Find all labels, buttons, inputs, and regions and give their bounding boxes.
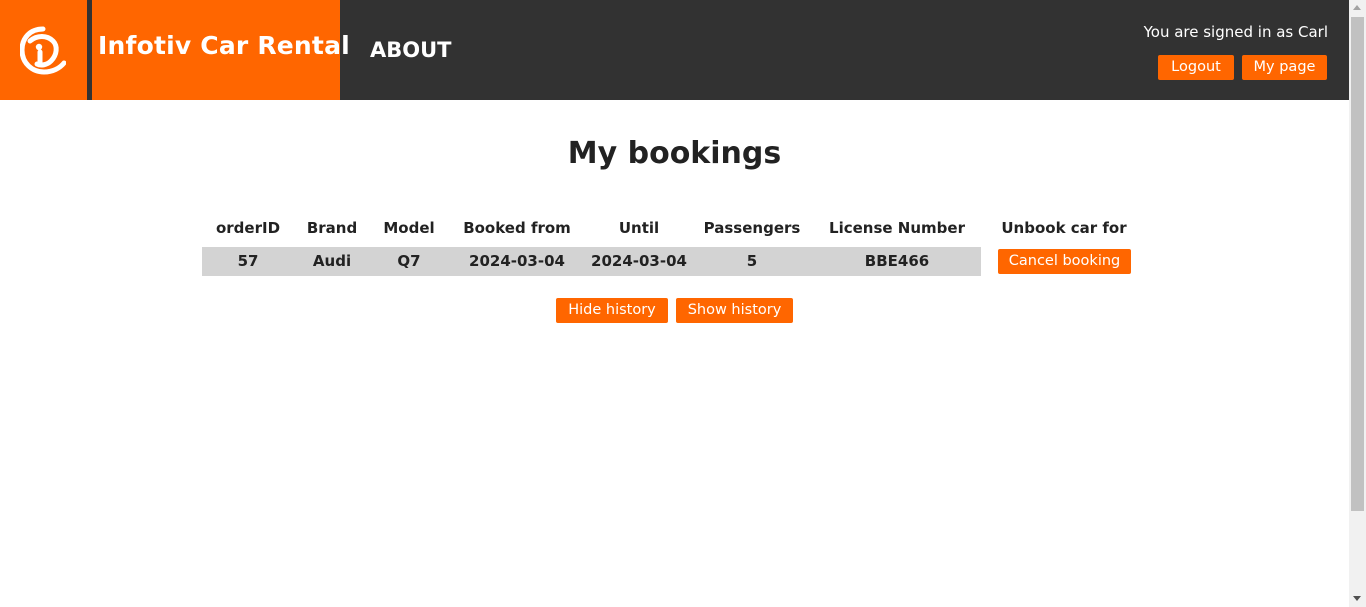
vertical-scrollbar[interactable] (1349, 0, 1366, 607)
col-header-license-number: License Number (829, 219, 965, 237)
cell-license-number: BBE466 (864, 252, 930, 270)
page-title: My bookings (567, 136, 782, 171)
cell-until: 2024-03-04 (591, 252, 687, 270)
col-header-model: Model (383, 219, 435, 237)
cell-orderid: 57 (237, 252, 259, 270)
brand-box[interactable]: Infotiv Car Rental (92, 0, 350, 100)
cell-booked-from: 2024-03-04 (469, 252, 565, 270)
logout-button[interactable]: Logout (1158, 55, 1234, 80)
col-header-unbook: Unbook car for (1001, 219, 1127, 237)
nav-about-link[interactable]: ABOUT (370, 38, 452, 62)
page: Infotiv Car Rental ABOUT You are signed … (0, 0, 1349, 607)
brand-title[interactable]: Infotiv Car Rental (98, 31, 350, 60)
scroll-thumb[interactable] (1351, 17, 1364, 511)
scroll-up-arrow-icon[interactable] (1353, 5, 1361, 10)
col-header-booked-from: Booked from (463, 219, 571, 237)
cancel-booking-button[interactable]: Cancel booking (998, 249, 1131, 274)
col-header-passengers: Passengers (703, 219, 801, 237)
signed-in-text: You are signed in as Carl (1143, 23, 1328, 41)
show-history-button[interactable]: Show history (676, 298, 793, 323)
my-page-button[interactable]: My page (1242, 55, 1327, 80)
cell-model: Q7 (397, 252, 421, 270)
col-header-orderid: orderID (215, 219, 281, 237)
col-header-until: Until (618, 219, 660, 237)
logo-box[interactable] (0, 0, 87, 100)
cell-brand: Audi (312, 252, 352, 270)
cell-passengers: 5 (746, 252, 758, 270)
top-header: Infotiv Car Rental ABOUT You are signed … (0, 0, 1349, 100)
hide-history-button[interactable]: Hide history (556, 298, 668, 323)
col-header-brand: Brand (306, 219, 358, 237)
infotiv-logo-icon (20, 26, 66, 75)
scroll-down-arrow-icon[interactable] (1353, 596, 1361, 601)
